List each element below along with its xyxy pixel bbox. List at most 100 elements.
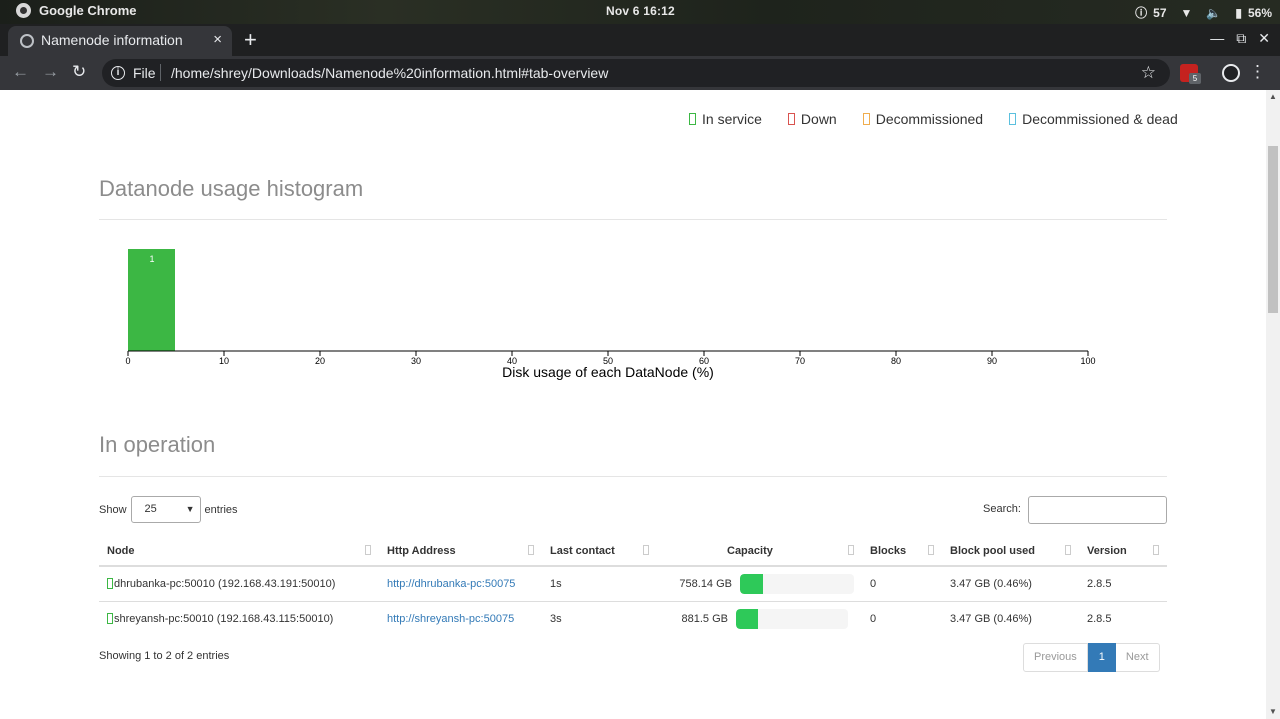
- capacity-bar-fill: [736, 608, 759, 629]
- column-header-capacity[interactable]: Capacity: [657, 536, 862, 567]
- in-service-icon: [107, 577, 113, 589]
- legend-swatch: [787, 113, 795, 125]
- battery-indicator[interactable]: ▮ 56%: [1235, 6, 1272, 20]
- last-contact-cell: 3s: [550, 612, 562, 625]
- page-1-button[interactable]: 1: [1087, 643, 1116, 672]
- restore-icon[interactable]: ⧉: [1236, 30, 1246, 47]
- legend-decommissioned: Decommissioned: [862, 111, 984, 127]
- capacity-value: 881.5 GB: [681, 612, 728, 625]
- previous-page-button[interactable]: Previous: [1023, 643, 1088, 672]
- next-page-button[interactable]: Next: [1115, 643, 1160, 672]
- sort-icon: [643, 545, 649, 555]
- datanode-table: Node Http Address Last contact Capacity …: [99, 536, 1167, 636]
- page-length-select[interactable]: 25 ▼: [130, 496, 201, 523]
- capacity-bar-fill: [740, 573, 763, 594]
- column-label: Capacity: [727, 544, 773, 557]
- browser-tab[interactable]: Namenode information ×: [8, 26, 232, 56]
- volume-icon[interactable]: 🔈: [1206, 6, 1221, 20]
- back-arrow-icon[interactable]: ←: [12, 62, 29, 82]
- system-tray[interactable]: ⓘ 57 ▼ 🔈 ▮ 56%: [1135, 4, 1272, 21]
- clock[interactable]: Nov 6 16:12: [606, 4, 675, 18]
- http-cell: http://dhrubanka-pc:50075: [379, 566, 542, 602]
- operation-title: In operation: [99, 432, 216, 457]
- table-row: shreyansh-pc:50010 (192.168.43.115:50010…: [99, 601, 1167, 636]
- histogram-title: Datanode usage histogram: [99, 176, 364, 201]
- x-tick-label: 0: [125, 356, 130, 366]
- extension-icon[interactable]: 5: [1180, 64, 1201, 84]
- http-address-link[interactable]: http://shreyansh-pc:50075: [387, 613, 514, 625]
- column-label: Block pool used: [950, 544, 1035, 557]
- blocks-cell: 0: [870, 612, 877, 625]
- window-controls: — ⧉ ✕: [1210, 30, 1270, 47]
- sort-icon: [848, 545, 854, 555]
- x-tick-label: 90: [987, 356, 997, 366]
- forward-arrow-icon[interactable]: →: [42, 62, 59, 82]
- url-text[interactable]: /home/shrey/Downloads/Namenode%20informa…: [171, 65, 608, 81]
- battery-level: 56%: [1247, 5, 1272, 20]
- kebab-menu-icon[interactable]: ⋮: [1249, 62, 1266, 82]
- column-header-version[interactable]: Version: [1079, 536, 1167, 567]
- column-header-node[interactable]: Node: [99, 536, 379, 567]
- caret-down-icon: ▼: [185, 504, 195, 514]
- in-service-icon: [107, 612, 113, 624]
- column-label: Http Address: [387, 544, 456, 557]
- usage-histogram-chart: 10 10 20 30 40 50 60 70 80 90 100Disk usage of eac…: [125, 249, 1096, 380]
- address-bar[interactable]: i File /home/shrey/Downloads/Namenode%20…: [102, 59, 1170, 87]
- blocks-cell: 0: [862, 566, 942, 602]
- block-pool-used-cell: 3.47 GB (0.46%): [942, 566, 1079, 602]
- legend-label: Decommissioned & dead: [1022, 111, 1178, 127]
- column-header-block-pool-used[interactable]: Block pool used: [942, 536, 1079, 567]
- divider: [160, 64, 161, 81]
- page-scrollbar[interactable]: ▲ ▼: [1266, 90, 1280, 719]
- wifi-icon[interactable]: ▼: [1181, 6, 1193, 20]
- sort-icon: [928, 545, 934, 555]
- new-tab-button[interactable]: +: [244, 27, 257, 53]
- info-icon[interactable]: i: [111, 66, 125, 80]
- page-length-value: 25: [144, 503, 157, 515]
- active-app[interactable]: Google Chrome: [16, 3, 137, 18]
- table-info: Showing 1 to 2 of 2 entries: [99, 650, 230, 662]
- column-label: Version: [1087, 544, 1127, 557]
- x-tick-label: 20: [315, 356, 325, 366]
- app-name: Google Chrome: [39, 3, 137, 18]
- column-header-last-contact[interactable]: Last contact: [542, 536, 657, 567]
- table-row: dhrubanka-pc:50010 (192.168.43.191:50010…: [99, 566, 1167, 602]
- divider: [99, 219, 1167, 220]
- scroll-down-icon[interactable]: ▼: [1269, 707, 1277, 716]
- legend-down: Down: [787, 111, 837, 127]
- close-tab-button[interactable]: ×: [213, 31, 222, 48]
- page-content: In service Down Decommissioned Decommiss…: [0, 90, 1266, 719]
- column-header-http[interactable]: Http Address: [379, 536, 542, 567]
- bookmark-star-icon[interactable]: ☆: [1141, 63, 1156, 83]
- capacity-bar: [740, 573, 854, 594]
- notification-indicator[interactable]: ⓘ 57: [1135, 4, 1166, 21]
- last-contact-cell: 1s: [542, 566, 657, 602]
- capacity-cell: 758.14 GB: [657, 566, 862, 602]
- legend-label: Decommissioned: [875, 111, 984, 127]
- reload-icon[interactable]: ↻: [72, 62, 86, 82]
- capacity-cell: 881.5 GB: [657, 601, 862, 636]
- x-tick-label: 100: [1080, 356, 1095, 366]
- legend-swatch: [862, 113, 870, 125]
- capacity-value: 758.14 GB: [679, 577, 732, 590]
- extension-badge: 5: [1189, 73, 1201, 84]
- column-header-blocks[interactable]: Blocks: [862, 536, 942, 567]
- node-status-legend: In service Down Decommissioned Decommiss…: [689, 111, 1178, 127]
- legend-decommissioned-dead: Decommissioned & dead: [1009, 111, 1178, 127]
- sort-icon: [528, 545, 534, 555]
- sort-icon: [365, 545, 371, 555]
- notification-icon: ⓘ: [1135, 6, 1148, 20]
- minimize-icon[interactable]: —: [1210, 30, 1224, 47]
- scroll-up-icon[interactable]: ▲: [1269, 92, 1277, 101]
- version-cell: 2.8.5: [1087, 612, 1112, 625]
- http-address-link[interactable]: http://dhrubanka-pc:50075: [387, 578, 515, 590]
- legend-label: Down: [800, 111, 837, 127]
- profile-avatar[interactable]: [1222, 64, 1240, 82]
- close-window-icon[interactable]: ✕: [1258, 30, 1270, 47]
- legend-swatch: [689, 113, 696, 125]
- scrollbar-thumb[interactable]: [1268, 146, 1278, 313]
- search-input[interactable]: [1028, 496, 1167, 524]
- globe-icon: [20, 34, 34, 48]
- node-cell: dhrubanka-pc:50010 (192.168.43.191:50010…: [99, 566, 379, 602]
- block-pool-used-cell: 3.47 GB (0.46%): [950, 612, 1032, 625]
